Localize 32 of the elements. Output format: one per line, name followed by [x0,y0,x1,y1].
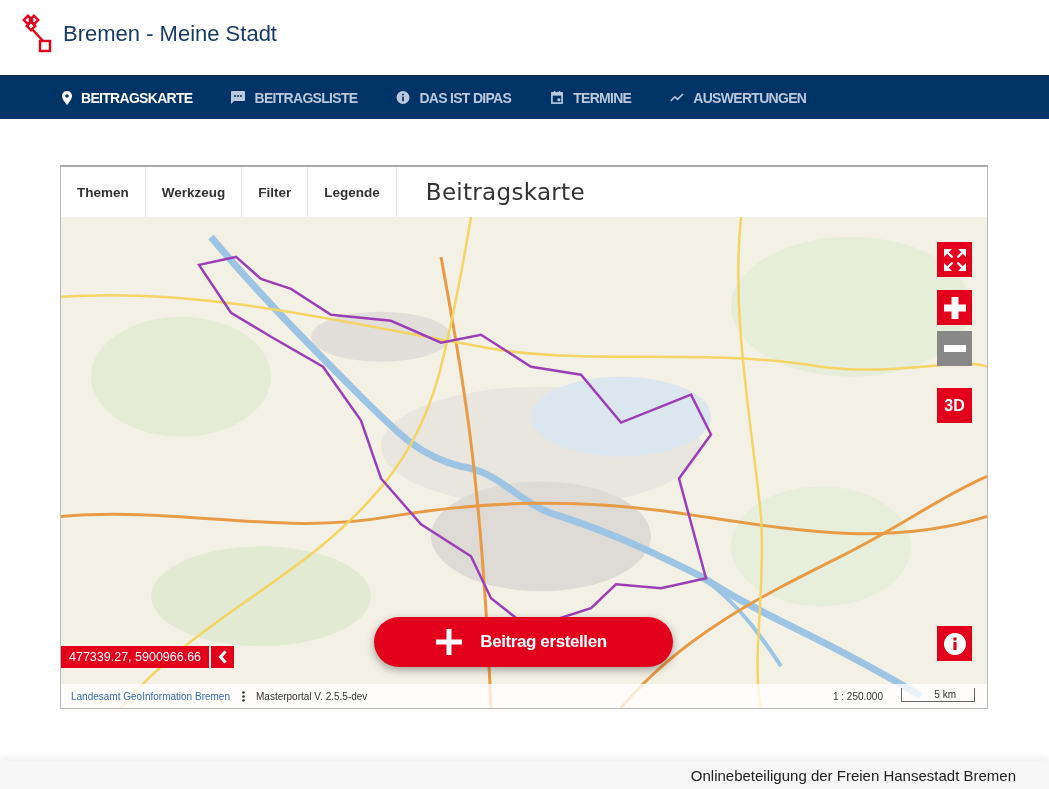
plus-icon [943,296,966,319]
more-vertical-icon[interactable] [242,690,245,702]
scale-bar: 5 km [901,688,975,702]
nav-tab[interactable]: DAS IST DIPAS [396,76,512,119]
calendar-icon [550,91,565,104]
footer-text: Onlinebeteiligung der Freien Hansestadt Bremen [690,766,1016,784]
site-title: Bremen - Meine Stadt [63,20,277,47]
collapse-button[interactable] [211,646,235,668]
nav-tab[interactable]: AUSWERTUNGEN [670,76,807,119]
scale-label: 1 : 250.000 [832,690,883,702]
key-logo-icon [22,13,52,54]
nav-tab[interactable]: TERMINE [550,76,632,119]
trend-line-icon [670,91,685,104]
nav-tab[interactable]: BEITRAGSKARTE [62,76,193,119]
fullscreen-button[interactable] [937,242,972,277]
info-button[interactable] [937,626,972,661]
zoom-in-button[interactable] [937,290,972,325]
chat-bubble-icon [231,91,246,104]
coordinates-display: 477339.27, 5900966.66 [61,646,210,668]
attribution-link[interactable]: Landesamt GeoInformation Bremen [71,690,230,702]
plus-icon [436,629,463,655]
map-pin-icon [62,90,72,105]
version-label: Masterportal V. 2.5.5-dev [256,690,368,702]
fullscreen-icon [943,248,966,271]
three-d-button[interactable]: 3D [937,388,972,423]
chevron-left-icon [218,650,228,664]
info-icon [396,91,411,104]
info-icon [943,632,966,655]
minus-icon [943,345,966,352]
create-post-button[interactable]: Beitrag erstellen [374,617,673,667]
map-title: Beitragskarte [424,178,585,207]
nav-tab[interactable]: BEITRAGSLISTE [231,76,358,119]
